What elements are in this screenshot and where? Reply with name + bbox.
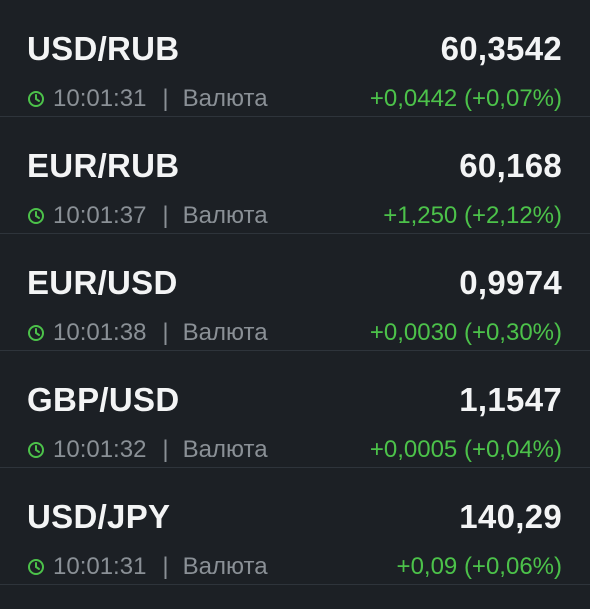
quote-meta: 10:01:38 | Валюта	[27, 319, 268, 347]
clock-icon	[28, 442, 44, 458]
update-time: 10:01:31	[53, 85, 147, 112]
instrument-type: Валюта	[182, 553, 268, 580]
quote-row-eur-usd[interactable]: EUR/USD 0,9974 10:01:38 | Валюта +0,0030…	[0, 234, 590, 351]
last-price: 60,3542	[440, 30, 562, 67]
last-price: 0,9974	[459, 264, 562, 301]
separator: |	[162, 319, 169, 346]
quote-meta: 10:01:32 | Валюта	[27, 436, 268, 464]
quote-list: USD/RUB 60,3542 10:01:31 | Валюта +0,044…	[0, 0, 590, 609]
last-price: 1,1547	[459, 381, 562, 418]
quote-row-eur-rub[interactable]: EUR/RUB 60,168 10:01:37 | Валюта +1,250 …	[0, 117, 590, 234]
update-time: 10:01:32	[53, 436, 147, 463]
clock-icon	[28, 91, 44, 107]
price-change: +0,0442 (+0,07%)	[369, 85, 562, 112]
clock-icon	[28, 208, 44, 224]
separator: |	[162, 85, 169, 112]
quote-meta: 10:01:31 | Валюта	[27, 553, 268, 581]
price-change: +0,09 (+0,06%)	[396, 553, 562, 580]
price-change: +0,0030 (+0,30%)	[369, 319, 562, 346]
price-change: +0,0005 (+0,04%)	[369, 436, 562, 463]
quote-meta: 10:01:31 | Валюта	[27, 85, 268, 113]
update-time: 10:01:38	[53, 319, 147, 346]
pair-name: USD/JPY	[27, 498, 171, 535]
last-price: 60,168	[459, 147, 562, 184]
quote-row-usd-rub[interactable]: USD/RUB 60,3542 10:01:31 | Валюта +0,044…	[0, 0, 590, 117]
update-time: 10:01:37	[53, 202, 147, 229]
quote-row-gbp-usd[interactable]: GBP/USD 1,1547 10:01:32 | Валюта +0,0005…	[0, 351, 590, 468]
pair-name: EUR/USD	[27, 264, 178, 301]
separator: |	[162, 553, 169, 580]
instrument-type: Валюта	[182, 85, 268, 112]
separator: |	[162, 202, 169, 229]
quote-row-usd-jpy[interactable]: USD/JPY 140,29 10:01:31 | Валюта +0,09 (…	[0, 468, 590, 585]
pair-name: EUR/RUB	[27, 147, 180, 184]
instrument-type: Валюта	[182, 319, 268, 346]
price-change: +1,250 (+2,12%)	[383, 202, 562, 229]
update-time: 10:01:31	[53, 553, 147, 580]
instrument-type: Валюта	[182, 202, 268, 229]
last-price: 140,29	[459, 498, 562, 535]
pair-name: GBP/USD	[27, 381, 180, 418]
clock-icon	[28, 325, 44, 341]
separator: |	[162, 436, 169, 463]
instrument-type: Валюта	[182, 436, 268, 463]
clock-icon	[28, 559, 44, 575]
quote-meta: 10:01:37 | Валюта	[27, 202, 268, 230]
pair-name: USD/RUB	[27, 30, 180, 67]
